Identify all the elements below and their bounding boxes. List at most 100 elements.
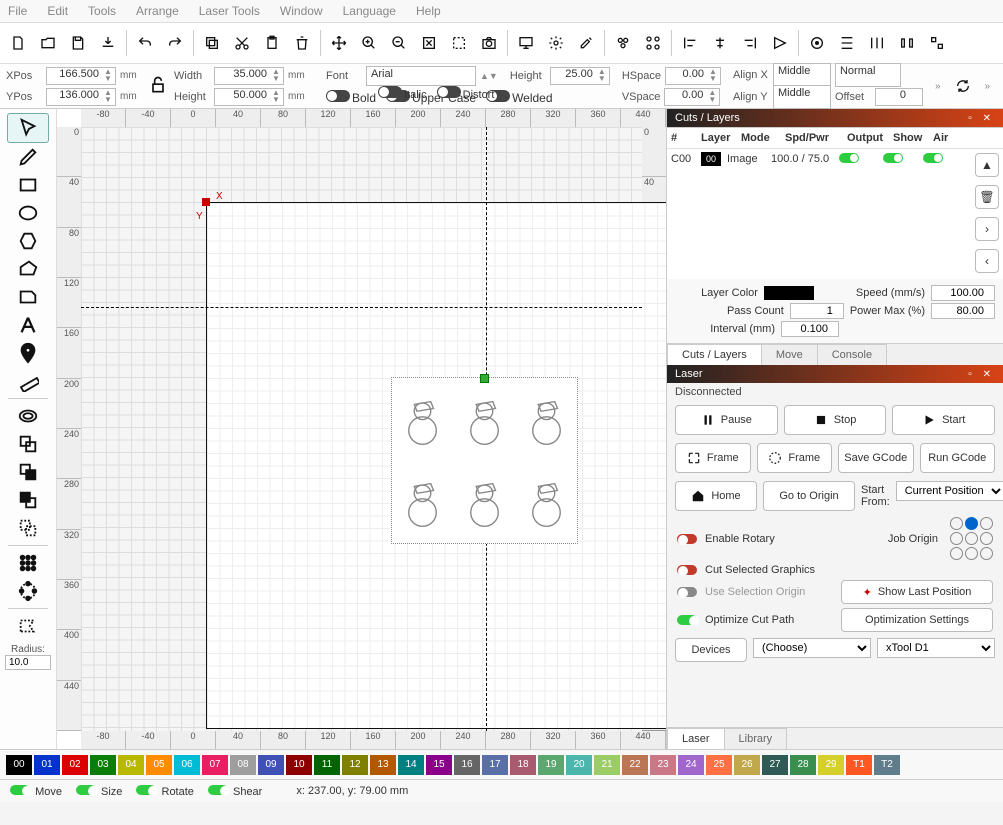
status-move-toggle[interactable] <box>10 785 30 795</box>
menu-file[interactable]: File <box>8 4 27 18</box>
zoom-in-icon[interactable] <box>355 29 383 57</box>
menu-language[interactable]: Language <box>343 4 396 18</box>
rotary-toggle[interactable] <box>677 534 697 544</box>
open-file-icon[interactable] <box>34 29 62 57</box>
menu-tools[interactable]: Tools <box>88 4 116 18</box>
canvas[interactable]: -80-4004080120160200240280320360440 0408… <box>57 109 666 749</box>
job-origin-grid[interactable] <box>950 517 993 560</box>
hspace-input[interactable]: 0.00▲▼ <box>665 67 721 85</box>
bold-toggle[interactable] <box>326 90 350 102</box>
save-gcode-button[interactable]: Save GCode <box>838 443 914 473</box>
pause-button[interactable]: Pause <box>675 405 778 435</box>
zoom-fit-icon[interactable] <box>415 29 443 57</box>
layer-row[interactable]: C00 00 Image 100.0 / 75.0 <box>667 149 1003 169</box>
align-1-icon[interactable] <box>676 29 704 57</box>
cut-icon[interactable] <box>228 29 256 57</box>
palette-swatch[interactable]: 22 <box>622 755 648 775</box>
pan-icon[interactable] <box>325 29 353 57</box>
copy-icon[interactable] <box>198 29 226 57</box>
monitor-icon[interactable] <box>512 29 540 57</box>
palette-swatch[interactable]: 19 <box>538 755 564 775</box>
paste-icon[interactable] <box>258 29 286 57</box>
palette-swatch[interactable]: 25 <box>706 755 732 775</box>
show-toggle[interactable] <box>883 153 903 163</box>
stop-button[interactable]: Stop <box>784 405 887 435</box>
panel-header-icons[interactable]: ▫ ✕ <box>968 113 995 124</box>
goto-origin-button[interactable]: Go to Origin <box>763 481 855 511</box>
palette-swatch[interactable]: 27 <box>762 755 788 775</box>
tab-console[interactable]: Console <box>817 344 887 365</box>
refresh-icon[interactable] <box>949 72 977 100</box>
menu-edit[interactable]: Edit <box>47 4 68 18</box>
width-input[interactable]: 35.000▲▼ <box>214 67 284 85</box>
palette-swatch[interactable]: 29 <box>818 755 844 775</box>
import-icon[interactable] <box>94 29 122 57</box>
palette-swatch[interactable]: 09 <box>258 755 284 775</box>
palette-swatch[interactable]: 11 <box>314 755 340 775</box>
selected-image[interactable] <box>391 377 578 544</box>
palette-swatch[interactable]: 14 <box>398 755 424 775</box>
menu-window[interactable]: Window <box>280 4 323 18</box>
optimize-toggle[interactable] <box>677 615 697 625</box>
interval-input[interactable] <box>781 321 839 337</box>
use-selection-toggle[interactable] <box>677 587 697 597</box>
settings-icon[interactable] <box>542 29 570 57</box>
redo-icon[interactable] <box>161 29 189 57</box>
bool-1-icon[interactable] <box>8 458 48 486</box>
measure-tool-icon[interactable] <box>8 367 48 395</box>
offset-input[interactable]: 0 <box>875 88 923 106</box>
home-button[interactable]: Home <box>675 481 757 511</box>
palette-swatch[interactable]: 07 <box>202 755 228 775</box>
panel-header-icons[interactable]: ▫ ✕ <box>968 369 995 380</box>
palette-swatch[interactable]: 24 <box>678 755 704 775</box>
offset-tool-icon[interactable] <box>8 402 48 430</box>
palette-swatch[interactable]: 23 <box>650 755 676 775</box>
vspace-input[interactable]: 0.00▲▼ <box>664 88 720 106</box>
cut-selected-toggle[interactable] <box>677 565 697 575</box>
distribute-2-icon[interactable] <box>863 29 891 57</box>
devices-button[interactable]: Devices <box>675 638 747 662</box>
mirror-icon[interactable] <box>998 72 1003 100</box>
font-select[interactable]: Arial <box>366 66 476 86</box>
palette-swatch[interactable]: 10 <box>286 755 312 775</box>
xpos-input[interactable]: 166.500▲▼ <box>46 67 116 85</box>
array-grid-icon[interactable] <box>8 549 48 577</box>
frame-circle-button[interactable]: Frame <box>757 443 833 473</box>
ungroup-icon[interactable] <box>639 29 667 57</box>
marker-tool-icon[interactable] <box>8 339 48 367</box>
device-select[interactable]: xTool D1 <box>877 638 995 658</box>
palette-swatch[interactable]: 17 <box>482 755 508 775</box>
palette-swatch[interactable]: 28 <box>790 755 816 775</box>
ellipse-tool-icon[interactable] <box>8 199 48 227</box>
palette-swatch[interactable]: 15 <box>426 755 452 775</box>
polygon-tool-icon[interactable] <box>8 255 48 283</box>
italic-toggle[interactable] <box>378 86 402 98</box>
show-last-button[interactable]: ✦Show Last Position <box>841 580 993 604</box>
pass-input[interactable] <box>790 303 844 319</box>
group-icon[interactable] <box>609 29 637 57</box>
array-radial-icon[interactable] <box>8 577 48 605</box>
tab-cuts[interactable]: Cuts / Layers <box>667 344 762 365</box>
draw-tool-icon[interactable] <box>8 143 48 171</box>
status-shear-toggle[interactable] <box>208 785 228 795</box>
bezier-tool-icon[interactable] <box>8 283 48 311</box>
layer-next-icon[interactable]: › <box>975 217 999 241</box>
camera-icon[interactable] <box>475 29 503 57</box>
palette-swatch[interactable]: 18 <box>510 755 536 775</box>
more-icon[interactable]: » <box>935 81 941 92</box>
startfrom-select[interactable]: Current Position <box>896 481 1003 501</box>
run-gcode-button[interactable]: Run GCode <box>920 443 996 473</box>
align-4-icon[interactable] <box>766 29 794 57</box>
palette-swatch[interactable]: 08 <box>230 755 256 775</box>
palette-swatch[interactable]: 13 <box>370 755 396 775</box>
lock-aspect-icon[interactable] <box>148 75 168 98</box>
normal-select[interactable]: Normal <box>835 63 901 87</box>
hexagon-tool-icon[interactable] <box>8 227 48 255</box>
palette-swatch[interactable]: 06 <box>174 755 200 775</box>
font-height-input[interactable]: 25.00▲▼ <box>550 67 610 85</box>
start-button[interactable]: Start <box>892 405 995 435</box>
ypos-input[interactable]: 136.000▲▼ <box>46 88 116 106</box>
bool-3-icon[interactable] <box>8 514 48 542</box>
tab-laser[interactable]: Laser <box>667 728 725 749</box>
palette-swatch[interactable]: 00 <box>6 755 32 775</box>
